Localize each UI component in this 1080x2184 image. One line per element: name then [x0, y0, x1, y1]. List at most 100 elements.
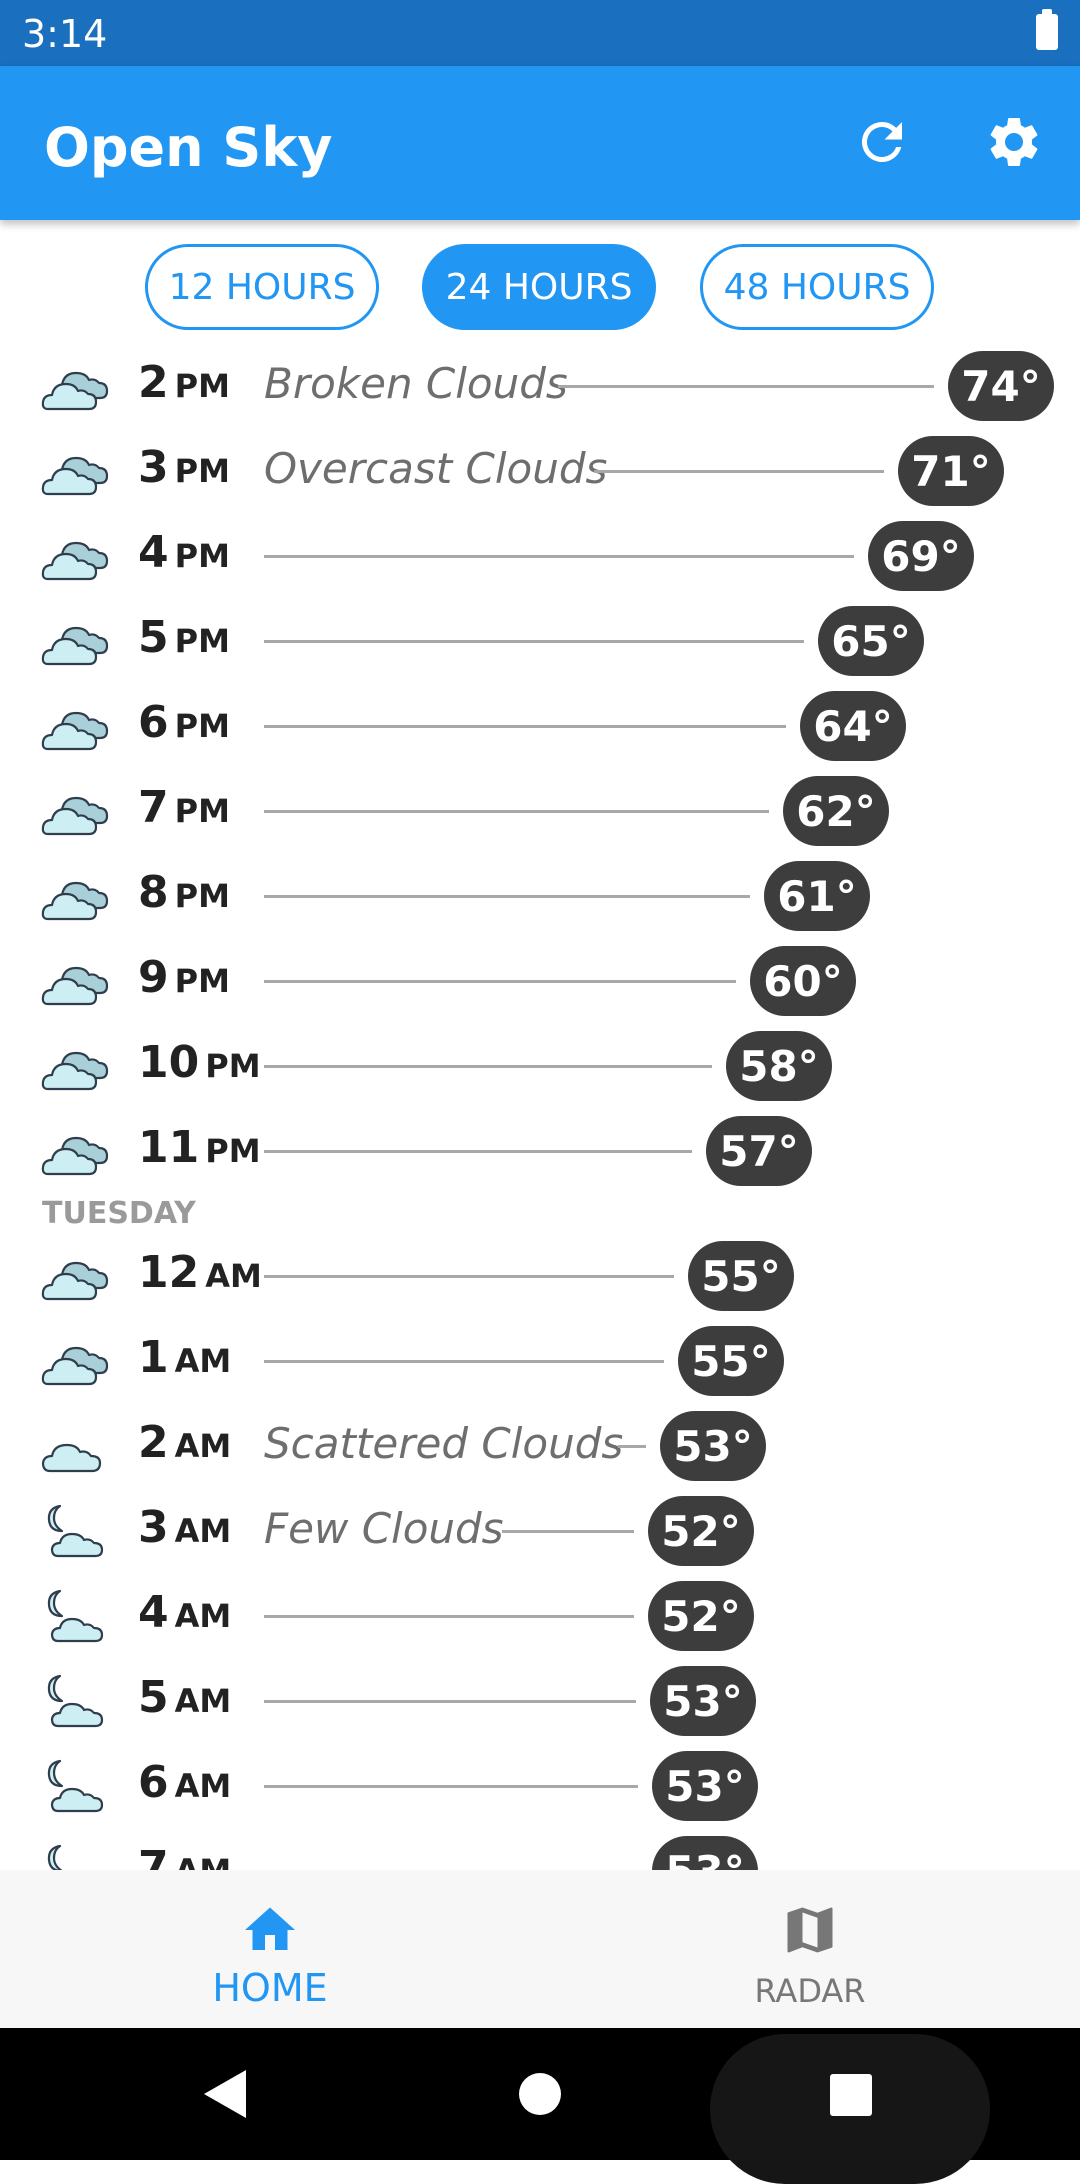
temp-pill: 55°	[688, 1241, 794, 1311]
temp-line	[264, 980, 736, 983]
hour-number: 4	[138, 1587, 169, 1638]
hour-row[interactable]: 3 AM Few Clouds 52°	[0, 1488, 1080, 1573]
condition-text: Broken Clouds	[264, 359, 568, 408]
hour-ampm: AM	[175, 1852, 232, 1870]
hour-number: 2	[138, 357, 169, 408]
hour-label: 4 AM	[138, 1587, 231, 1638]
temp-line	[594, 470, 884, 473]
hour-label: 5 AM	[138, 1672, 231, 1723]
nav-radar[interactable]: RADAR	[540, 1870, 1080, 2028]
hour-label: 6 AM	[138, 1757, 231, 1808]
hour-label: 11 PM	[138, 1122, 261, 1173]
broken-clouds-icon	[41, 626, 109, 666]
tab-48-hours[interactable]: 48 HOURS	[700, 244, 934, 330]
hour-row[interactable]: 8 PM 61°	[0, 853, 1080, 938]
temp-pill: 61°	[764, 861, 870, 931]
hour-row[interactable]: 12 AM 55°	[0, 1233, 1080, 1318]
hour-number: 9	[138, 952, 169, 1003]
day-header-tuesday: TUESDAY	[42, 1196, 196, 1231]
system-nav-bar	[0, 2028, 1080, 2184]
status-bar: 3:14	[0, 0, 1080, 66]
hour-row[interactable]: 5 PM 65°	[0, 598, 1080, 683]
hour-row[interactable]: 2 AM Scattered Clouds 53°	[0, 1403, 1080, 1488]
few-clouds-night-icon	[47, 1759, 104, 1813]
hour-ampm: PM	[174, 707, 230, 745]
hour-number: 1	[138, 1332, 169, 1383]
temp-line	[264, 1785, 638, 1788]
back-icon[interactable]	[200, 2068, 250, 2120]
hour-row[interactable]: 1 AM 55°	[0, 1318, 1080, 1403]
hour-row[interactable]: 2 PM Broken Clouds 74°	[0, 343, 1080, 428]
tab-24-hours[interactable]: 24 HOURS	[422, 244, 656, 330]
hour-ampm: PM	[174, 877, 230, 915]
temp-line	[502, 1530, 634, 1533]
hour-number: 10	[138, 1037, 200, 1088]
gear-icon[interactable]	[984, 112, 1044, 172]
few-clouds-night-icon	[47, 1674, 104, 1728]
hourly-forecast-list[interactable]: TUESDAY 2 PM Broken Clouds 74° 3 PM Overcast C…	[0, 343, 1080, 1870]
hour-row[interactable]: 11 PM 57°	[0, 1108, 1080, 1193]
hour-label: 7 PM	[138, 782, 230, 833]
hour-ampm: AM	[174, 1342, 232, 1380]
hour-row[interactable]: 7 PM 62°	[0, 768, 1080, 853]
home-circle-icon[interactable]	[518, 2072, 562, 2116]
nav-radar-label: RADAR	[754, 1972, 866, 2010]
broken-clouds-icon	[41, 796, 109, 836]
hour-label: 7 AM	[138, 1842, 231, 1870]
refresh-icon[interactable]	[852, 112, 912, 172]
temp-pill: 65°	[818, 606, 924, 676]
temp-pill: 69°	[868, 521, 974, 591]
temp-line	[264, 1360, 664, 1363]
hour-label: 5 PM	[138, 612, 230, 663]
temp-pill: 53°	[652, 1751, 758, 1821]
temp-line	[264, 640, 804, 643]
hour-number: 8	[138, 867, 169, 918]
overcast-clouds-icon	[41, 541, 109, 581]
few-clouds-night-icon	[47, 1504, 104, 1558]
hour-number: 2	[138, 1417, 169, 1468]
hour-row[interactable]: 10 PM 58°	[0, 1023, 1080, 1108]
temp-pill: 71°	[898, 436, 1004, 506]
recents-icon[interactable]	[830, 2074, 872, 2116]
temp-line	[618, 1445, 646, 1448]
hour-ampm: PM	[174, 792, 230, 830]
temp-line	[264, 895, 750, 898]
range-tabs: 12 HOURS 24 HOURS 48 HOURS	[0, 244, 1080, 330]
temp-pill: 62°	[783, 776, 889, 846]
hour-row[interactable]: 4 AM 52°	[0, 1573, 1080, 1658]
hour-row[interactable]: 7 AM 53°	[0, 1828, 1080, 1870]
temp-line	[264, 1065, 712, 1068]
hour-number: 7	[138, 782, 169, 833]
tab-12-hours[interactable]: 12 HOURS	[145, 244, 379, 330]
hour-number: 4	[138, 527, 169, 578]
hour-number: 12	[138, 1247, 200, 1298]
few-clouds-night-icon	[47, 1589, 104, 1643]
hour-label: 3 AM	[138, 1502, 231, 1553]
hour-row[interactable]: 6 AM 53°	[0, 1743, 1080, 1828]
temp-line	[264, 555, 854, 558]
hour-number: 3	[138, 442, 169, 493]
hour-row[interactable]: 3 PM Overcast Clouds 71°	[0, 428, 1080, 513]
temp-pill: 52°	[648, 1496, 754, 1566]
hour-ampm: PM	[174, 622, 230, 660]
scattered-clouds-icon	[41, 1443, 102, 1473]
condition-text: Overcast Clouds	[264, 444, 608, 493]
hour-row[interactable]: 4 PM 69°	[0, 513, 1080, 598]
temp-pill: 53°	[652, 1836, 758, 1870]
hour-ampm: PM	[174, 962, 230, 1000]
hour-label: 4 PM	[138, 527, 230, 578]
temp-pill: 60°	[750, 946, 856, 1016]
hour-row[interactable]: 9 PM 60°	[0, 938, 1080, 1023]
hour-label: 2 AM	[138, 1417, 231, 1468]
broken-clouds-icon	[41, 1261, 109, 1301]
hour-number: 11	[138, 1122, 200, 1173]
broken-clouds-icon	[41, 371, 109, 411]
overcast-clouds-icon	[41, 966, 109, 1006]
nav-home[interactable]: HOME	[0, 1870, 540, 2028]
temp-pill: 74°	[948, 351, 1054, 421]
hour-row[interactable]: 5 AM 53°	[0, 1658, 1080, 1743]
temp-pill: 53°	[660, 1411, 766, 1481]
temp-pill: 57°	[706, 1116, 812, 1186]
hour-ampm: PM	[205, 1047, 261, 1085]
hour-row[interactable]: 6 PM 64°	[0, 683, 1080, 768]
